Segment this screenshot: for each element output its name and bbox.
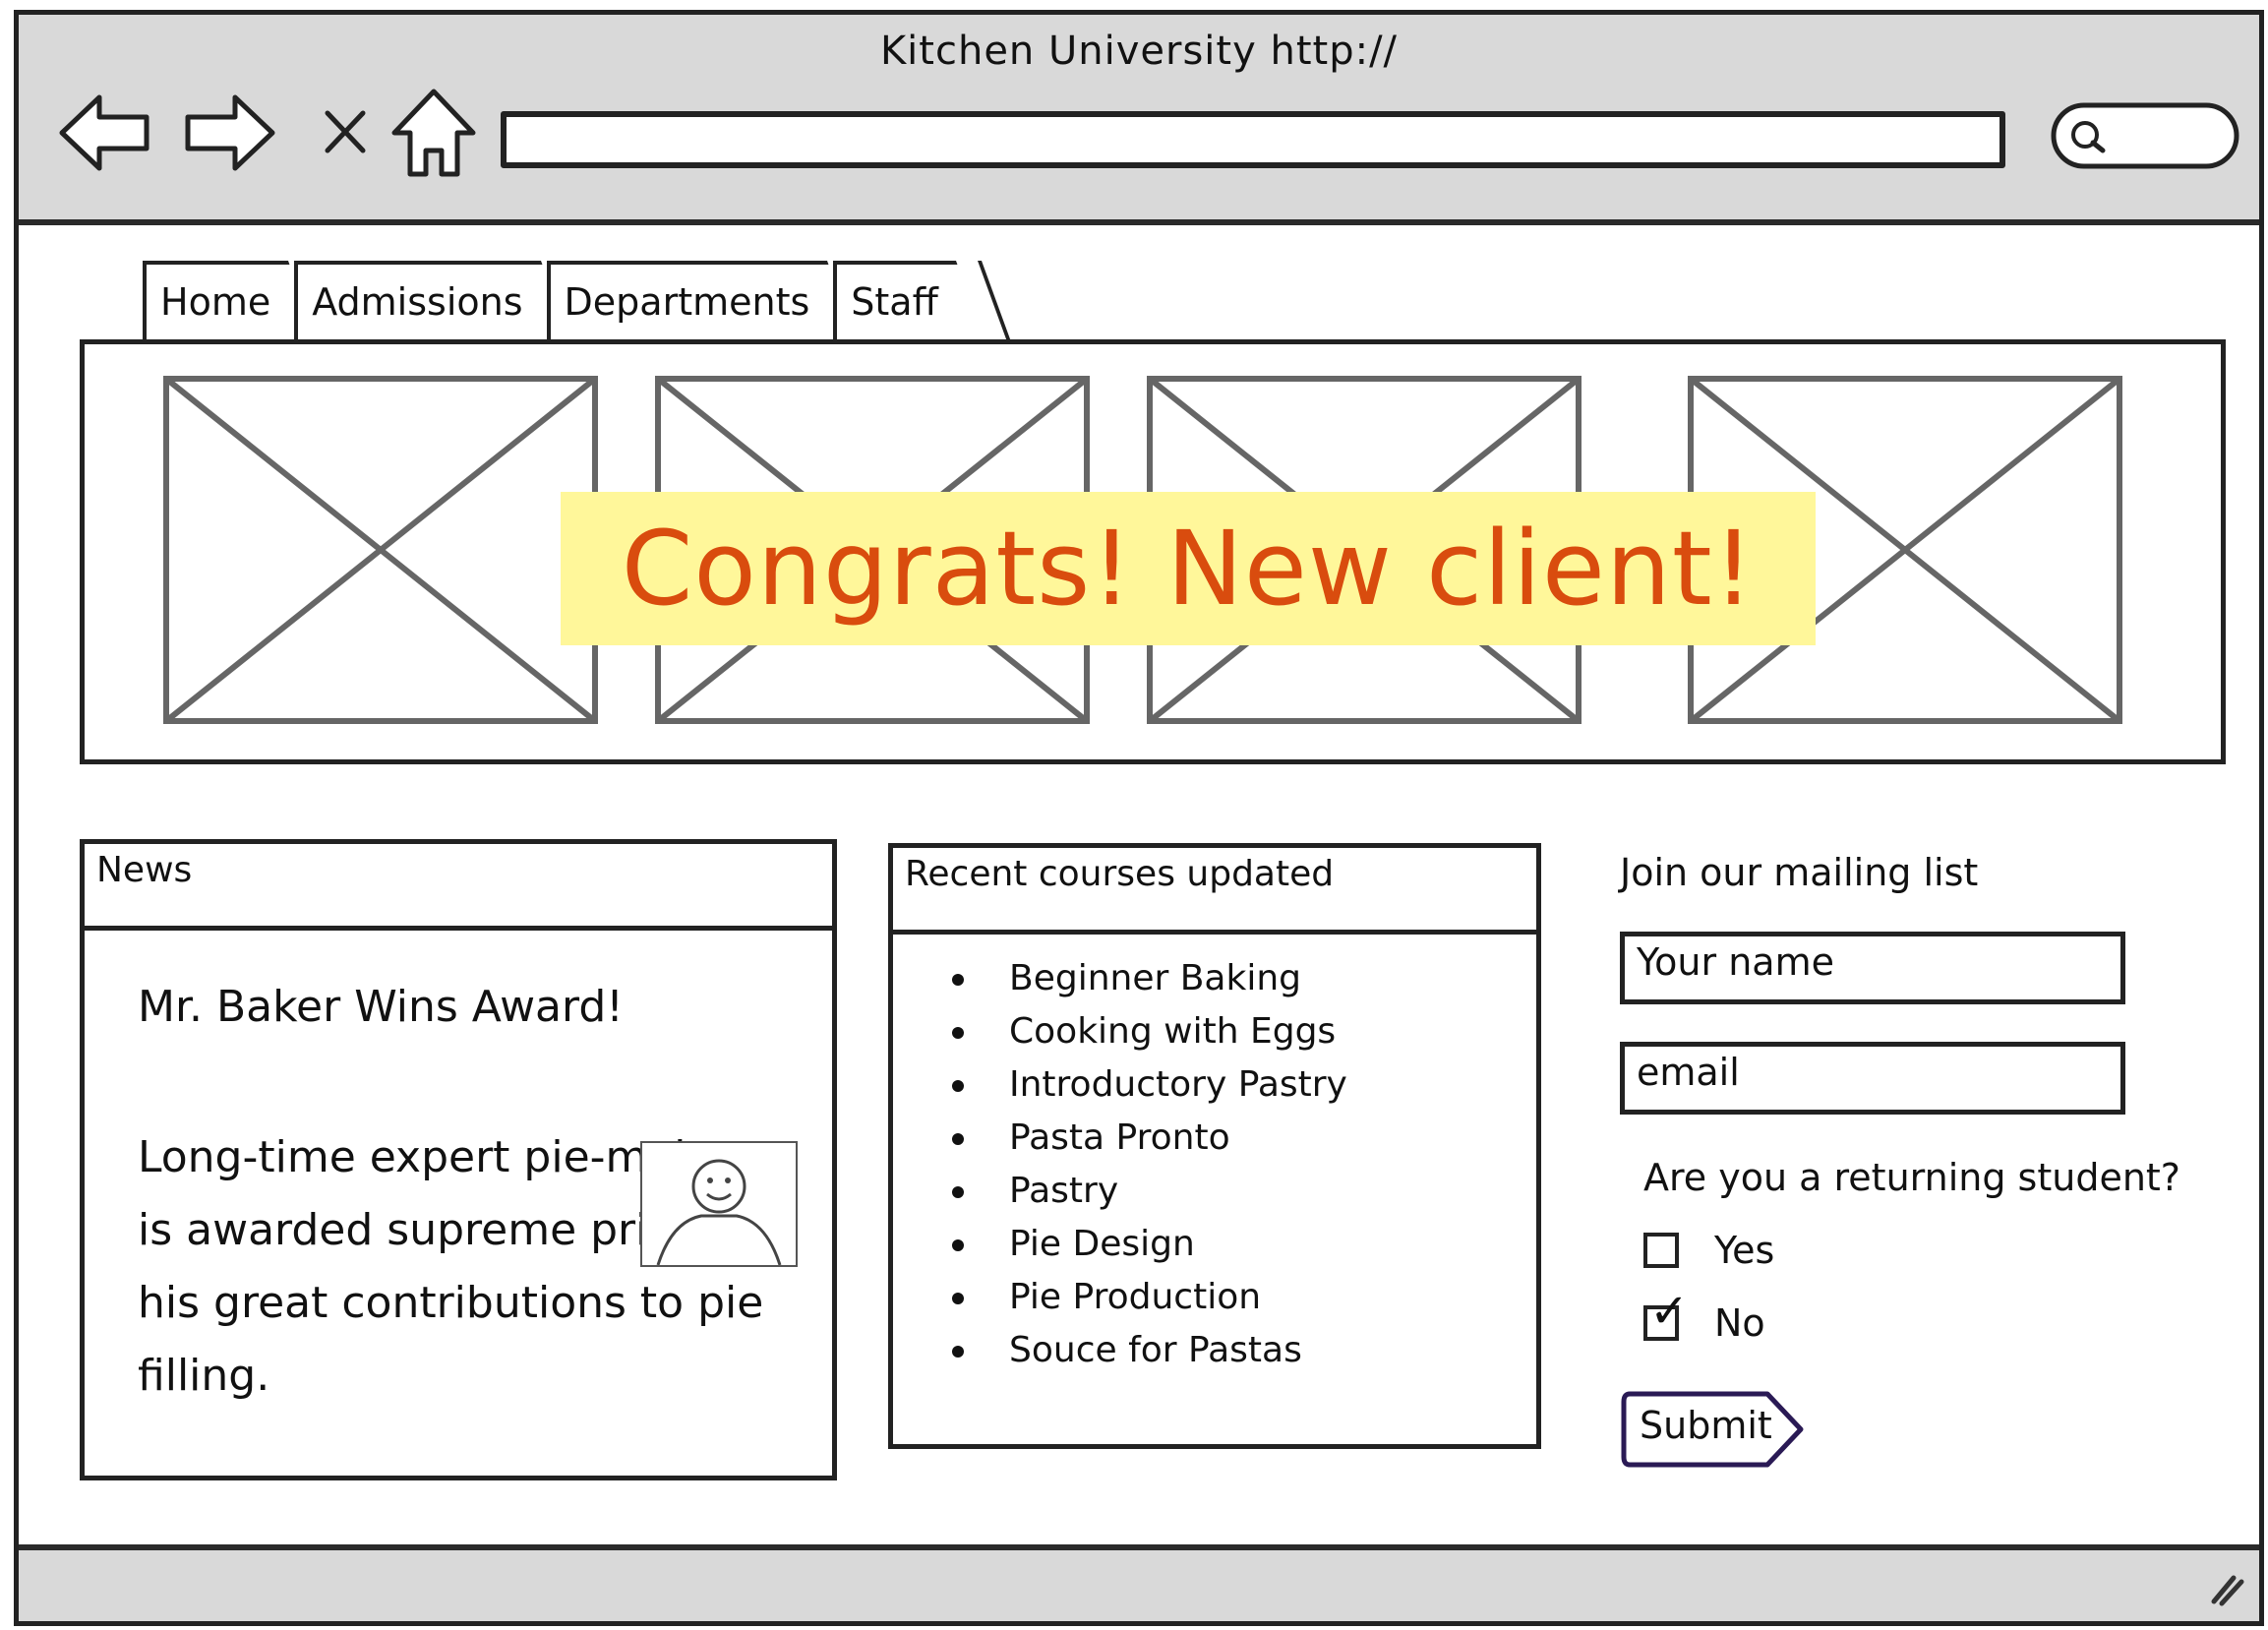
yes-label: Yes <box>1714 1229 1775 1272</box>
home-icon[interactable] <box>385 84 483 182</box>
name-field[interactable]: Your name <box>1620 932 2125 1004</box>
course-link[interactable]: Beginner Baking <box>952 952 1347 1005</box>
browser-window: Kitchen University http:// Home Admissio… <box>14 10 2264 1626</box>
news-panel: News Mr. Baker Wins Award! Long-time exp… <box>80 839 837 1480</box>
tab-staff[interactable]: Staff <box>833 261 964 339</box>
close-icon[interactable] <box>316 84 375 182</box>
avatar-icon <box>640 1141 798 1267</box>
submit-label: Submit <box>1640 1404 1772 1447</box>
banner-text: Congrats! New client! <box>621 509 1756 629</box>
mailing-list-title: Join our mailing list <box>1620 851 1979 894</box>
browser-toolbar: Kitchen University http:// <box>19 15 2259 225</box>
option-yes[interactable]: Yes <box>1643 1229 1774 1272</box>
course-link[interactable]: Introductory Pastry <box>952 1058 1347 1112</box>
resize-grip-icon[interactable] <box>2206 1568 2245 1611</box>
returning-student-question: Are you a returning student? <box>1643 1156 2180 1199</box>
no-label: No <box>1714 1301 1765 1345</box>
news-headline: Mr. Baker Wins Award! <box>138 982 624 1032</box>
tab-bar: Home Admissions Departments Staff <box>143 261 964 341</box>
submit-button[interactable]: Submit <box>1620 1390 1807 1469</box>
tab-admissions[interactable]: Admissions <box>294 261 549 339</box>
no-checkbox[interactable] <box>1643 1288 1689 1341</box>
congrats-banner: Congrats! New client! <box>561 492 1816 645</box>
tab-departments[interactable]: Departments <box>546 261 836 339</box>
yes-checkbox[interactable] <box>1643 1233 1679 1268</box>
course-list: Beginner Baking Cooking with Eggs Introd… <box>952 952 1347 1377</box>
course-link[interactable]: Pie Production <box>952 1271 1347 1324</box>
back-arrow-icon[interactable] <box>56 84 154 182</box>
course-link[interactable]: Souce for Pastas <box>952 1324 1347 1377</box>
status-bar <box>19 1544 2259 1621</box>
search-field[interactable] <box>2050 101 2241 170</box>
window-title: Kitchen University http:// <box>879 29 1399 74</box>
email-field[interactable]: email <box>1620 1042 2125 1115</box>
tab-home[interactable]: Home <box>143 261 297 339</box>
course-link[interactable]: Pastry <box>952 1165 1347 1218</box>
course-link[interactable]: Pasta Pronto <box>952 1112 1347 1165</box>
courses-panel: Recent courses updated Beginner Baking C… <box>888 843 1541 1449</box>
forward-arrow-icon[interactable] <box>180 84 278 182</box>
option-no[interactable]: No <box>1643 1288 1765 1345</box>
news-header: News <box>85 844 832 931</box>
address-bar[interactable] <box>501 111 2005 168</box>
image-placeholder <box>163 376 598 724</box>
course-link[interactable]: Cooking with Eggs <box>952 1005 1347 1058</box>
course-link[interactable]: Pie Design <box>952 1218 1347 1271</box>
courses-header: Recent courses updated <box>893 848 1536 935</box>
